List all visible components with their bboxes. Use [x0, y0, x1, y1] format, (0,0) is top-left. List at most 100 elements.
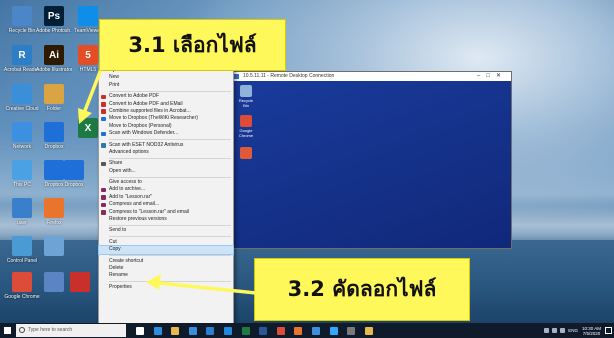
menu-item-move-to-dropbox-thewiki-researcher[interactable]: Move to Dropbox (TheWiKi Researcher) [99, 115, 233, 122]
desktop-shortcut[interactable]: Recycle Bin [4, 6, 40, 34]
teamviewer-task-icon[interactable] [223, 326, 232, 335]
menu-item-add-to-archive[interactable]: Add to archive... [99, 186, 233, 193]
explorer-icon[interactable] [171, 326, 180, 335]
menu-item-add-to-lesson-rar[interactable]: Add to "Lesson.rar" [99, 194, 233, 201]
menu-item-combine-supported-files-in-acrobat[interactable]: Combine supported files in Acrobat... [99, 108, 233, 115]
defender-icon [101, 131, 106, 137]
firefox-task-icon[interactable] [294, 326, 303, 335]
this-pc-icon [12, 160, 32, 180]
desktop-shortcut[interactable] [36, 236, 72, 258]
pdf-icon [70, 272, 90, 292]
menu-item-properties[interactable]: Properties [99, 284, 233, 291]
menu-item-copy[interactable]: Copy [98, 245, 234, 255]
menu-item-rename[interactable]: Rename [99, 272, 233, 279]
menu-item-advanced-options[interactable]: Advanced options [99, 149, 233, 156]
desktop-shortcut-label: Creative Cloud [5, 106, 39, 112]
desktop-shortcut[interactable]: Network [4, 122, 40, 150]
desktop-shortcut[interactable]: Creative Cloud [4, 84, 40, 112]
menu-item-compress-to-lesson-rar-and-email[interactable]: Compress to "Lesson.rar" and email [99, 209, 233, 216]
desktop-shortcut-label: Control Panel [6, 258, 38, 264]
desktop-shortcut[interactable] [62, 272, 98, 294]
menu-item-cut[interactable]: Cut [99, 239, 233, 246]
menu-item-restore-previous-versions[interactable]: Restore previous versions [99, 216, 233, 223]
window-controls[interactable]: –□✕ [477, 72, 507, 81]
cc-icon [12, 84, 32, 104]
misc-task-icon[interactable] [347, 326, 356, 335]
desktop-shortcut[interactable]: Dropbox [36, 122, 72, 150]
desktop-shortcut-label: Dropbox [44, 144, 64, 150]
pinned-apps [136, 326, 382, 335]
desktop-shortcut-label: Network [12, 144, 32, 150]
menu-item-convert-to-adobe-pdf[interactable]: Convert to Adobe PDF [99, 93, 233, 100]
menu-item-convert-to-adobe-pdf-and-email[interactable]: Convert to Adobe PDF and EMail [99, 101, 233, 108]
language-indicator[interactable]: ENG [568, 328, 578, 333]
remote-desktop-screen[interactable]: Recycle Bin Google Chrome [231, 81, 511, 248]
clock-time: 10:30 AM [581, 325, 601, 331]
clock[interactable]: 10:30 AM 7/5/2020 [582, 326, 601, 336]
menu-item-delete[interactable]: Delete [99, 265, 233, 272]
volume-icon[interactable] [560, 328, 566, 333]
menu-item-create-shortcut[interactable]: Create shortcut [99, 258, 233, 265]
remote-desktop-shortcut[interactable] [237, 147, 255, 160]
photoshop-task-icon[interactable] [329, 326, 338, 335]
notifications-icon[interactable] [605, 327, 612, 334]
recycle-bin-icon [12, 6, 32, 26]
menu-item-new[interactable]: New [99, 74, 233, 81]
remote-desktop-task-icon[interactable] [311, 326, 320, 335]
menu-item-give-access-to[interactable]: Give access to [99, 179, 233, 186]
desktop-shortcut[interactable]: Firefox [36, 198, 72, 226]
desktop-shortcut-label: Google Chrome [4, 294, 40, 300]
desktop-shortcut-label: Folder [46, 106, 62, 112]
desktop-shortcut[interactable]: Google Chrome [4, 272, 40, 300]
menu-item-share[interactable]: Share [99, 160, 233, 167]
menu-item-print[interactable]: Print [99, 82, 233, 89]
desktop-shortcut-label: user [17, 220, 27, 226]
callout-copy-file: 3.2 คัดลอกไฟล์ [254, 258, 470, 321]
desktop-shortcut[interactable]: Control Panel [4, 236, 40, 264]
menu-item-label: Cut [109, 238, 117, 245]
desktop-shortcut[interactable]: Ps Adobe Photosh... [36, 6, 72, 34]
taskbar-search[interactable]: Type here to search [16, 324, 126, 337]
excel-task-icon[interactable] [241, 326, 250, 335]
menu-item-label: Open with... [109, 167, 136, 174]
desktop-shortcut[interactable]: Dropbox [36, 160, 72, 188]
folder-task-icon[interactable] [364, 326, 373, 335]
network-tray-icon[interactable] [552, 328, 558, 333]
remote-desktop-shortcut-label: Recycle Bin [238, 98, 254, 108]
start-button[interactable] [0, 323, 14, 338]
menu-item-scan-with-windows-defender[interactable]: Scan with Windows Defender... [99, 130, 233, 137]
store-icon[interactable] [188, 326, 197, 335]
menu-item-open-with[interactable]: Open with... [99, 168, 233, 175]
menu-item-compress-and-email[interactable]: Compress and email... [99, 201, 233, 208]
tray-up-icon[interactable] [544, 328, 550, 333]
desktop-shortcut[interactable]: R Acrobat Reader DC [4, 45, 40, 73]
menu-item-move-to-dropbox-personal[interactable]: Move to Dropbox (Personal) [99, 123, 233, 130]
desktop-shortcut[interactable]: Folder [36, 84, 72, 112]
menu-item-label: Create shortcut [109, 257, 144, 264]
word-task-icon[interactable] [259, 326, 268, 335]
menu-item-send-to[interactable]: Send to [99, 227, 233, 234]
rd-apps-icon [240, 147, 252, 159]
menu-item-scan-with-eset-nod32-antivirus[interactable]: Scan with ESET NOD32 Antivirus [99, 142, 233, 149]
network-icon [12, 122, 32, 142]
chrome-task-icon[interactable] [276, 326, 285, 335]
desktop-shortcut[interactable]: user [4, 198, 40, 226]
clock-date: 7/5/2020 [582, 330, 601, 336]
menu-item-label: Add to archive... [109, 186, 146, 193]
mail-icon[interactable] [206, 326, 215, 335]
system-tray: ENG 10:30 AM 7/5/2020 [544, 323, 612, 338]
menu-item-label: Add to "Lesson.rar" [109, 193, 153, 200]
remote-desktop-shortcut[interactable]: Google Chrome [237, 115, 255, 138]
remote-desktop-shortcut[interactable]: Recycle Bin [237, 85, 255, 108]
edge-icon[interactable] [153, 326, 162, 335]
winrar-icon [101, 187, 106, 193]
illustrator-icon: Ai [44, 45, 64, 65]
remote-desktop-titlebar[interactable]: 10.5.11.11 - Remote Desktop Connection –… [231, 72, 511, 81]
desktop-shortcut[interactable]: This PC [4, 160, 40, 188]
menu-separator [109, 139, 231, 141]
menu-item-label: Delete [109, 264, 124, 271]
desktop-shortcut[interactable]: Ai Adobe Illustrator [36, 45, 72, 73]
remote-desktop-window[interactable]: 10.5.11.11 - Remote Desktop Connection –… [230, 71, 512, 249]
context-menu[interactable]: OpenNewPrintConvert to Adobe PDFConvert … [98, 63, 234, 328]
task-view-icon[interactable] [136, 326, 144, 335]
